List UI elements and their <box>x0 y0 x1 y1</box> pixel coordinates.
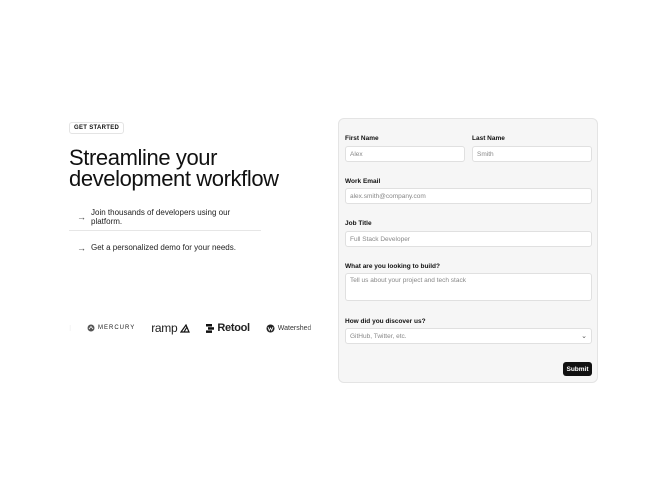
build-textarea[interactable] <box>345 273 592 301</box>
benefit-divider <box>69 230 261 231</box>
job-title-input[interactable] <box>345 231 592 247</box>
last-name-input[interactable] <box>472 146 592 162</box>
customer-logos: MERCURY ramp Retool Watershed <box>69 320 324 336</box>
title-line-2: development workflow <box>69 166 279 191</box>
arrow-right-icon: → <box>77 242 86 253</box>
benefit-item: → Join thousands of developers using our… <box>69 208 261 226</box>
benefits-list: → Join thousands of developers using our… <box>69 208 261 253</box>
logo-ramp: ramp <box>151 321 191 335</box>
build-label: What are you looking to build? <box>345 263 440 270</box>
first-name-input[interactable] <box>345 146 465 162</box>
work-email-label: Work Email <box>345 178 381 185</box>
discover-label: How did you discover us? <box>345 318 426 325</box>
demo-request-form: First Name Last Name Work Email Job Titl… <box>338 118 598 383</box>
discover-select[interactable]: GitHub, Twitter, etc. ⌄ <box>345 328 592 344</box>
logo-fade-left <box>69 320 89 336</box>
benefit-item: → Get a personalized demo for your needs… <box>69 242 261 253</box>
submit-button[interactable]: Submit <box>563 362 592 376</box>
chevron-down-icon: ⌄ <box>581 333 587 340</box>
benefit-text: Get a personalized demo for your needs. <box>91 243 236 252</box>
hero-section: GET STARTED Streamline your development … <box>69 116 329 253</box>
page-title: Streamline your development workflow <box>69 147 329 191</box>
job-title-label: Job Title <box>345 220 372 227</box>
first-name-label: First Name <box>345 135 379 142</box>
logo-mercury: MERCURY <box>87 324 135 332</box>
last-name-label: Last Name <box>472 135 505 142</box>
watershed-logo-icon <box>266 324 275 332</box>
arrow-right-icon: → <box>77 211 86 222</box>
retool-logo-icon <box>206 323 215 333</box>
logo-retool: Retool <box>206 322 250 334</box>
get-started-badge: GET STARTED <box>69 122 125 134</box>
ramp-logo-icon <box>180 323 191 333</box>
benefit-text: Join thousands of developers using our p… <box>91 207 231 226</box>
work-email-input[interactable] <box>345 188 592 204</box>
logo-fade-right <box>304 320 324 336</box>
discover-placeholder: GitHub, Twitter, etc. <box>350 332 407 340</box>
